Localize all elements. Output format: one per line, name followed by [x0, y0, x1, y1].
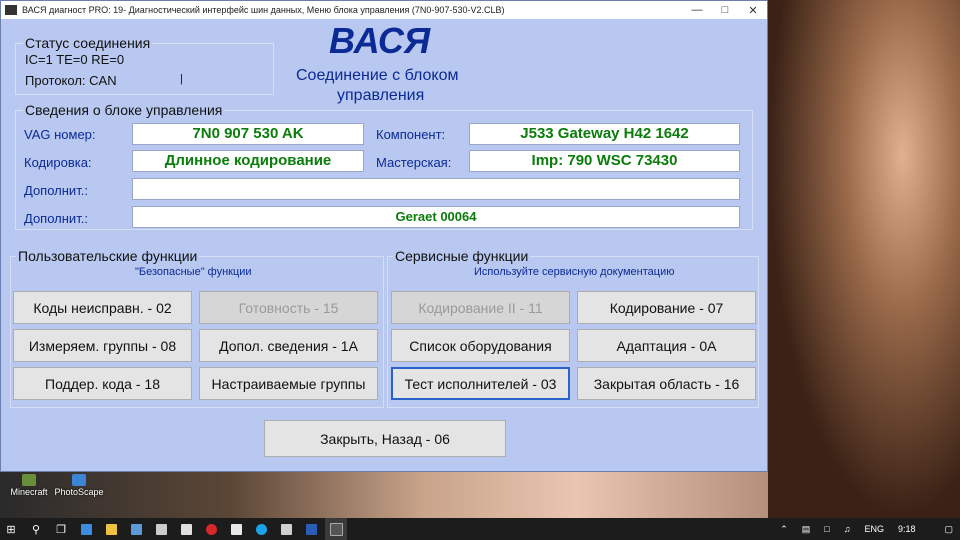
language-indicator[interactable]: ENG: [864, 524, 884, 534]
close-icon: ✕: [748, 4, 758, 17]
taskbar-explorer[interactable]: [100, 518, 122, 540]
taskbar-app3[interactable]: [225, 518, 247, 540]
opera-icon: [205, 523, 217, 535]
extra1-label: Дополнит.:: [24, 183, 88, 198]
maximize-button[interactable]: □: [711, 1, 739, 19]
edge-icon: [80, 523, 92, 535]
vasya-app-icon: [329, 522, 343, 536]
desktop-icon-minecraft[interactable]: Minecraft: [4, 472, 54, 502]
minimize-button[interactable]: —: [683, 1, 711, 19]
word-icon: [305, 523, 317, 535]
taskbar-app2[interactable]: [175, 518, 197, 540]
desktop-wallpaper: [768, 0, 960, 518]
maximize-icon: □: [721, 4, 729, 16]
coding-label: Кодировка:: [24, 155, 92, 170]
protocol-text: Протокол: CAN: [25, 73, 117, 88]
taskbar-word[interactable]: [300, 518, 322, 540]
user-functions-label: Пользовательские функции: [16, 248, 200, 264]
connection-counters: IC=1 TE=0 RE=0: [25, 52, 125, 67]
vag-number-field: 7N0 907 530 AK: [132, 123, 364, 145]
minimize-icon: —: [691, 4, 703, 16]
minecraft-icon: [22, 474, 36, 486]
app-icon: [130, 523, 142, 535]
header-subtitle-2: управления: [337, 87, 425, 104]
output-test-button[interactable]: Тест исполнителей - 03: [391, 367, 570, 400]
system-tray: ⌃ ▤ □ ♫ ENG 9:18 ▢: [773, 518, 960, 540]
notification-icon[interactable]: □: [824, 524, 829, 534]
support-code-button[interactable]: Поддер. кода - 18: [13, 367, 192, 400]
title-bar[interactable]: ВАСЯ диагност PRO: 19- Диагностический и…: [1, 1, 767, 19]
user-functions-subtitle: "Безопасные" функции: [135, 266, 252, 278]
start-button[interactable]: ⊞: [0, 518, 22, 540]
service-functions-subtitle: Используйте сервисную документацию: [474, 266, 675, 278]
desktop-icon-label: Minecraft: [10, 487, 48, 497]
action-center-icon[interactable]: ▢: [944, 524, 953, 535]
vag-number-label: VAG номер:: [24, 127, 96, 142]
vasya-logo: ВАСЯ: [329, 20, 431, 61]
tray-chevron-icon[interactable]: ⌃: [780, 524, 788, 535]
task-view-button[interactable]: ❐: [50, 518, 72, 540]
measuring-groups-button[interactable]: Измеряем. группы - 08: [13, 329, 192, 362]
app-icon: [5, 5, 17, 15]
desktop-wallpaper-bottom: [0, 472, 768, 518]
extra-info-button[interactable]: Допол. сведения - 1А: [199, 329, 378, 362]
search-button[interactable]: ⚲: [25, 518, 47, 540]
ecu-info-label: Сведения о блоке управления: [23, 102, 225, 118]
workshop-label: Мастерская:: [376, 155, 452, 170]
extra2-label: Дополнит.:: [24, 211, 88, 226]
taskbar-opera[interactable]: [200, 518, 222, 540]
extra2-field: Geraet 00064: [132, 206, 740, 228]
skype-icon: [255, 523, 267, 535]
workshop-field: Imp: 790 WSC 73430: [469, 150, 740, 172]
taskbar-vasya[interactable]: [325, 518, 347, 540]
windows-icon: ⊞: [6, 523, 16, 536]
taskbar-skype[interactable]: [250, 518, 272, 540]
network-icon[interactable]: ▤: [802, 524, 811, 535]
readiness-button[interactable]: Готовность - 15: [199, 291, 378, 324]
photoscape-icon: [72, 474, 86, 486]
text-cursor: |: [180, 73, 183, 85]
folder-icon: [105, 523, 117, 535]
desktop-icon-photoscape[interactable]: PhotoScape: [54, 472, 104, 502]
extra1-field: [132, 178, 740, 200]
vasya-window: ВАСЯ диагност PRO: 19- Диагностический и…: [0, 0, 768, 472]
login-area-button[interactable]: Закрытая область - 16: [577, 367, 756, 400]
search-icon: ⚲: [31, 523, 41, 536]
coding-field: Длинное кодирование: [132, 150, 364, 172]
taskbar-store[interactable]: [150, 518, 172, 540]
fault-codes-button[interactable]: Коды неисправн. - 02: [13, 291, 192, 324]
clock[interactable]: 9:18: [898, 524, 916, 534]
connection-status-label: Статус соединения: [23, 35, 153, 51]
app-icon: [230, 523, 242, 535]
taskbar-edge[interactable]: [75, 518, 97, 540]
coding-ii-button[interactable]: Кодирование II - 11: [391, 291, 570, 324]
taskbar-app1[interactable]: [125, 518, 147, 540]
close-window-button[interactable]: ✕: [739, 1, 767, 19]
app-icon: [180, 523, 192, 535]
header-subtitle-1: Соединение с блоком: [296, 67, 459, 84]
coding-button[interactable]: Кодирование - 07: [577, 291, 756, 324]
volume-icon[interactable]: ♫: [844, 524, 851, 534]
equipment-list-button[interactable]: Список оборудования: [391, 329, 570, 362]
close-back-button[interactable]: Закрыть, Назад - 06: [264, 420, 506, 457]
service-functions-label: Сервисные функции: [393, 248, 531, 264]
component-label: Компонент:: [376, 127, 446, 142]
taskbar: ⊞ ⚲ ❐ ⌃ ▤ □ ♫ ENG 9:18 ▢: [0, 518, 960, 540]
desktop-icon-label: PhotoScape: [54, 487, 104, 497]
store-icon: [155, 523, 167, 535]
adaptation-button[interactable]: Адаптация - 0А: [577, 329, 756, 362]
window-title: ВАСЯ диагност PRO: 19- Диагностический и…: [22, 5, 505, 15]
custom-groups-button[interactable]: Настраиваемые группы: [199, 367, 378, 400]
taskbar-app4[interactable]: [275, 518, 297, 540]
app-icon: [280, 523, 292, 535]
component-field: J533 Gateway H42 1642: [469, 123, 740, 145]
task-view-icon: ❐: [56, 523, 66, 536]
